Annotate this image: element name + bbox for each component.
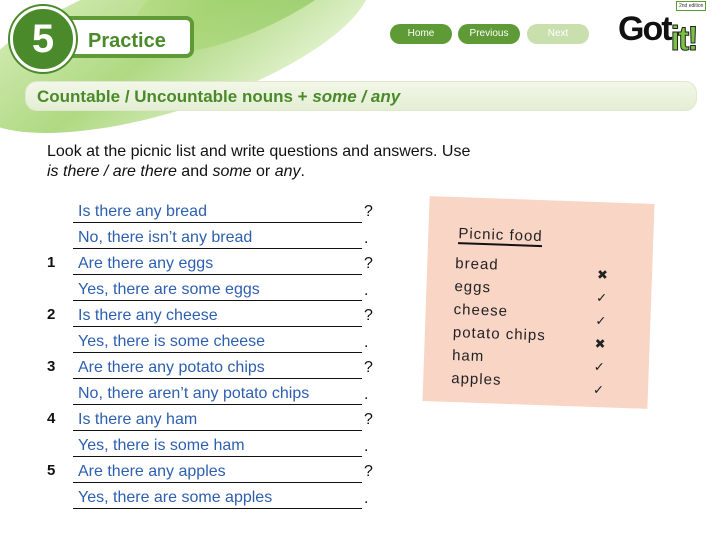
question-line[interactable]: Are there any eggs: [73, 252, 362, 275]
answer-line[interactable]: Yes, there are some eggs: [73, 278, 362, 301]
exercise-number: 5: [47, 462, 56, 479]
full-stop: .: [364, 438, 369, 455]
question-answer: Is there any cheese: [78, 307, 218, 324]
next-button[interactable]: Next: [527, 24, 589, 44]
check-icon: ✓: [593, 358, 606, 375]
section-title: Practice: [58, 16, 194, 58]
picnic-item: cheese: [453, 301, 509, 320]
question-mark: ?: [364, 307, 373, 324]
answer-text: Yes, there is some ham: [78, 437, 245, 454]
question-mark: ?: [364, 411, 373, 428]
picnic-list-card: Picnic food bread ✖ eggs ✓ cheese ✓ potato chi…: [422, 196, 655, 409]
picnic-item: eggs: [454, 278, 492, 297]
question-line[interactable]: Is there any ham: [73, 408, 362, 431]
question-answer: Are there any apples: [78, 463, 226, 480]
question-mark: ?: [364, 359, 373, 376]
full-stop: .: [364, 386, 369, 403]
home-button[interactable]: Home: [390, 24, 452, 44]
full-stop: .: [364, 334, 369, 351]
exercise-number: 1: [47, 254, 56, 271]
question-answer: Are there any eggs: [78, 255, 214, 272]
question-line[interactable]: Is there any cheese: [73, 304, 362, 327]
check-icon: ✓: [595, 313, 608, 329]
answer-text: Yes, there is some cheese: [78, 333, 266, 350]
answer-line[interactable]: Yes, there is some ham: [73, 434, 362, 457]
previous-button[interactable]: Previous: [458, 24, 520, 44]
picnic-item: ham: [451, 347, 485, 366]
answer-line[interactable]: Yes, there are some apples: [73, 486, 362, 509]
question-line[interactable]: Are there any apples: [73, 460, 362, 483]
cross-icon: ✖: [596, 267, 610, 283]
full-stop: .: [364, 282, 369, 299]
question-answer: Are there any potato chips: [78, 359, 265, 376]
picnic-list-title: Picnic food: [457, 225, 543, 248]
answer-line[interactable]: No, there isn’t any bread: [73, 226, 362, 249]
answer-line[interactable]: No, there aren’t any potato chips: [73, 382, 362, 405]
answer-text: No, there isn’t any bread: [78, 229, 253, 246]
answer-text: Yes, there are some eggs: [78, 281, 260, 298]
answer-text: Yes, there are some apples: [78, 489, 273, 506]
check-icon: ✓: [595, 290, 609, 306]
question-mark: ?: [364, 255, 373, 272]
question-mark: ?: [364, 203, 373, 220]
check-icon: ✓: [592, 381, 606, 398]
picnic-item: potato chips: [452, 324, 547, 345]
question-answer: Is there any ham: [78, 411, 198, 428]
question-line[interactable]: Is there any bread: [73, 200, 362, 223]
full-stop: .: [364, 230, 369, 247]
exercise-number: 4: [47, 410, 56, 427]
question-line[interactable]: Are there any potato chips: [73, 356, 362, 379]
full-stop: .: [364, 490, 369, 507]
exercise-number: 3: [47, 358, 56, 375]
edition-badge: 2nd edition: [676, 1, 707, 11]
unit-number-badge: 5: [10, 6, 76, 72]
picnic-item: apples: [450, 370, 502, 389]
cross-icon: ✖: [594, 335, 607, 352]
question-mark: ?: [364, 463, 373, 480]
picnic-item: bread: [455, 255, 499, 274]
got-it-logo: Gotit!: [618, 10, 699, 59]
exercise-number: 2: [47, 306, 56, 323]
question-answer: Is there any bread: [78, 203, 207, 220]
answer-line[interactable]: Yes, there is some cheese: [73, 330, 362, 353]
answer-text: No, there aren’t any potato chips: [78, 385, 310, 402]
instructions: Look at the picnic list and write questi…: [47, 143, 471, 180]
topic-banner: Countable / Uncountable nouns + some / a…: [25, 81, 697, 111]
